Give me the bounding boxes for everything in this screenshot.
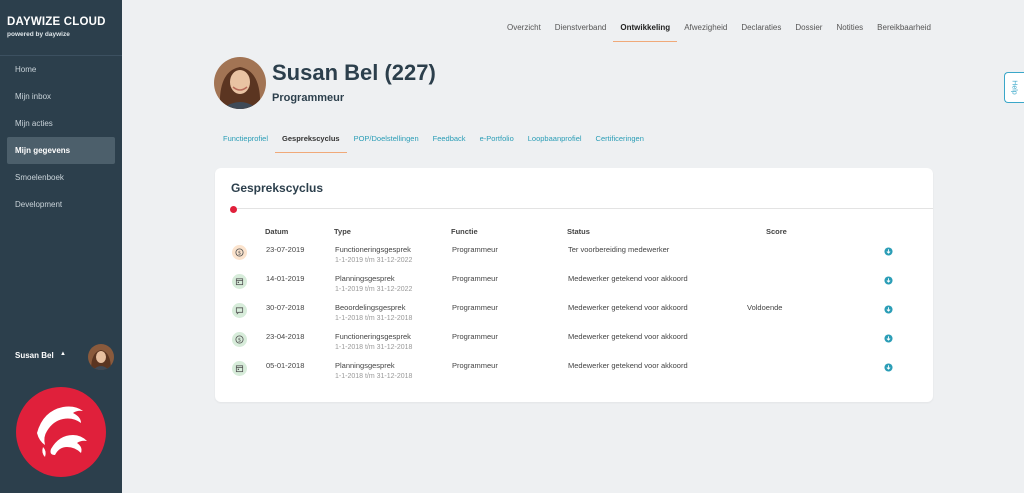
cell-type: Planningsgesprek [335,274,395,283]
dolphin-logo [16,387,106,477]
subtab-loopbaanprofiel[interactable]: Loopbaanprofiel [521,131,589,153]
sub-tabs: Functieprofiel Gesprekscyclus POP/Doelst… [216,131,651,153]
table-row[interactable]: 14-01-2019 Planningsgesprek 1-1-2019 t/m… [215,271,933,300]
dollar-icon: $ [232,332,247,347]
table-row[interactable]: $ 23-04-2018 Functioneringsgesprek 1-1-2… [215,329,933,358]
subtab-functieprofiel[interactable]: Functieprofiel [216,131,275,153]
cell-type: Functioneringsgesprek [335,245,411,254]
cell-period: 1-1-2018 t/m 31-12-2018 [335,315,413,322]
brand-title: DAYWIZE CLOUD [7,16,106,28]
cell-status: Medewerker getekend voor akkoord [568,274,688,283]
download-icon[interactable] [884,363,893,372]
subtab-gesprekscyclus[interactable]: Gesprekscyclus [275,131,347,153]
tab-dienstverband[interactable]: Dienstverband [548,18,614,42]
brand-subtitle: powered by daywize [7,31,70,38]
card-title: Gesprekscyclus [231,181,324,195]
table-row[interactable]: 30-07-2018 Beoordelingsgesprek 1-1-2018 … [215,300,933,329]
subtab-e-portfolio[interactable]: e-Portfolio [473,131,521,153]
page-title: Susan Bel (227) [272,60,436,85]
user-avatar[interactable] [88,344,114,370]
top-nav: Overzicht Dienstverband Ontwikkeling Afw… [500,18,938,42]
sidebar-item-home[interactable]: Home [0,56,122,83]
cell-functie: Programmeur [452,361,498,370]
sidebar-item-mijn-gegevens[interactable]: Mijn gegevens [7,137,115,164]
cell-score: Voldoende [747,303,783,312]
tab-notities[interactable]: Notities [829,18,870,42]
sidebar-item-mijn-inbox[interactable]: Mijn inbox [0,83,122,110]
cell-period: 1-1-2018 t/m 31-12-2018 [335,373,413,380]
profile-role: Programmeur [272,92,345,104]
cell-datum: 30-07-2018 [266,303,305,312]
cell-datum: 23-04-2018 [266,332,305,341]
user-menu[interactable]: Susan Bel ▲ [0,341,122,371]
help-label: Help [1011,80,1018,95]
download-icon[interactable] [884,247,893,256]
cell-status: Ter voorbereiding medewerker [568,245,670,254]
tab-dossier[interactable]: Dossier [788,18,829,42]
download-icon[interactable] [884,334,893,343]
sidebar-nav: Home Mijn inbox Mijn acties Mijn gegeven… [0,56,122,218]
cell-functie: Programmeur [452,274,498,283]
column-header-functie[interactable]: Functie [451,227,478,236]
tab-bereikbaarheid[interactable]: Bereikbaarheid [870,18,938,42]
cell-datum: 14-01-2019 [266,274,305,283]
calendar-icon [232,274,247,289]
profile-avatar [214,57,266,109]
download-icon[interactable] [884,305,893,314]
cell-datum: 23-07-2019 [266,245,305,254]
sidebar: DAYWIZE CLOUD powered by daywize Home Mi… [0,0,122,493]
subtab-pop-doelstellingen[interactable]: POP/Doelstellingen [347,131,426,153]
sidebar-item-smoelenboek[interactable]: Smoelenboek [0,164,122,191]
user-name: Susan Bel [15,351,54,360]
cell-type: Planningsgesprek [335,361,395,370]
gesprekscyclus-card: Gesprekscyclus Datum Type Functie Status… [215,168,933,402]
svg-text:$: $ [238,337,241,343]
cell-type: Beoordelingsgesprek [335,303,406,312]
brand[interactable]: DAYWIZE CLOUD powered by daywize [0,0,122,38]
caret-up-icon: ▲ [60,351,66,357]
timeline-line [231,208,933,209]
cell-functie: Programmeur [452,303,498,312]
comment-icon [232,303,247,318]
timeline-dot [230,206,237,213]
tab-overzicht[interactable]: Overzicht [500,18,548,42]
cell-status: Medewerker getekend voor akkoord [568,303,688,312]
cell-status: Medewerker getekend voor akkoord [568,361,688,370]
table-row[interactable]: $ 23-07-2019 Functioneringsgesprek 1-1-2… [215,242,933,271]
cell-type: Functioneringsgesprek [335,332,411,341]
svg-text:$: $ [238,250,241,256]
cell-period: 1-1-2019 t/m 31-12-2022 [335,286,413,293]
column-header-score[interactable]: Score [766,227,787,236]
column-header-type[interactable]: Type [334,227,351,236]
table-row[interactable]: 05-01-2018 Planningsgesprek 1-1-2018 t/m… [215,358,933,387]
tab-afwezigheid[interactable]: Afwezigheid [677,18,734,42]
help-button[interactable]: Help [1004,72,1024,103]
tab-ontwikkeling[interactable]: Ontwikkeling [613,18,678,42]
tab-declaraties[interactable]: Declaraties [734,18,788,42]
cell-datum: 05-01-2018 [266,361,305,370]
cell-period: 1-1-2019 t/m 31-12-2022 [335,257,413,264]
cell-functie: Programmeur [452,245,498,254]
subtab-certificeringen[interactable]: Certificeringen [589,131,651,153]
cell-functie: Programmeur [452,332,498,341]
calendar-icon [232,361,247,376]
column-header-status[interactable]: Status [567,227,590,236]
dollar-icon: $ [232,245,247,260]
cell-status: Medewerker getekend voor akkoord [568,332,688,341]
column-header-datum[interactable]: Datum [265,227,288,236]
sidebar-item-mijn-acties[interactable]: Mijn acties [0,110,122,137]
download-icon[interactable] [884,276,893,285]
sidebar-item-development[interactable]: Development [0,191,122,218]
cell-period: 1-1-2018 t/m 31-12-2018 [335,344,413,351]
subtab-feedback[interactable]: Feedback [426,131,473,153]
